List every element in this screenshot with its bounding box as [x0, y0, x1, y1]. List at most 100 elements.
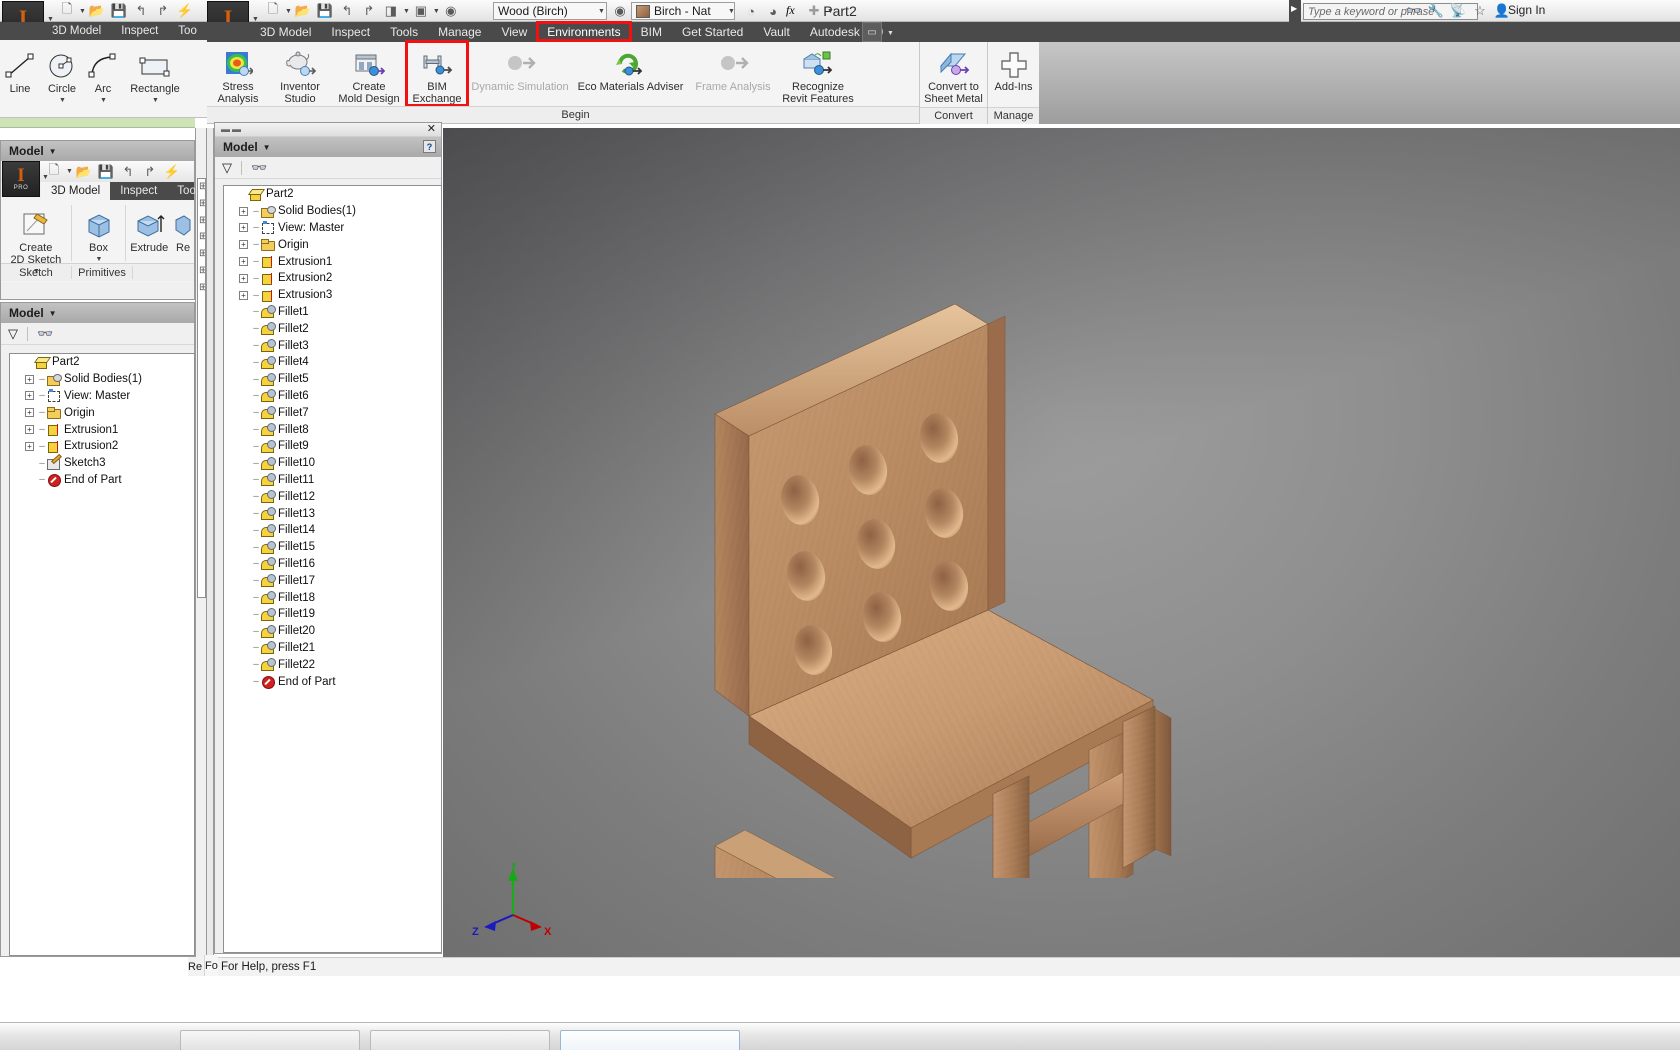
return-icon[interactable]: ◨	[380, 1, 402, 21]
recognize-revit-features-button[interactable]: Recognize Revit Features	[778, 42, 858, 105]
arc-button[interactable]: Arc ▼	[84, 44, 122, 107]
expander-plus-icon[interactable]: +	[239, 257, 248, 267]
mid-update-icon[interactable]: ⚡	[161, 162, 183, 182]
arc-dropdown-icon[interactable]: ▼	[100, 95, 107, 107]
mid-inventor-logo-button[interactable]: I PRO	[2, 161, 40, 197]
new-file-dropdown-icon[interactable]: ▼	[79, 8, 86, 15]
material-dropdown-icon[interactable]: ▼	[598, 8, 605, 15]
tree-node[interactable]: + – Extrusion1	[224, 253, 441, 270]
tree-node[interactable]: – Fillet2	[224, 320, 441, 337]
tree-node[interactable]: – End of Part	[224, 673, 441, 690]
expander-plus-icon[interactable]: +	[25, 391, 34, 401]
tree-node[interactable]: – Fillet20	[224, 623, 441, 640]
bim-exchange-button[interactable]: BIM Exchange	[405, 40, 469, 107]
taskbar[interactable]	[0, 1022, 1680, 1050]
mid-panel-chevron-down-icon[interactable]: ▼	[49, 147, 57, 156]
appearance-icon[interactable]: ▣	[410, 1, 432, 21]
taskbar-item-3[interactable]	[560, 1030, 740, 1050]
tree-node[interactable]: – Fillet13	[224, 505, 441, 522]
tree-node[interactable]: – Fillet3	[224, 337, 441, 354]
tree-node[interactable]: – Fillet10	[224, 455, 441, 472]
tree-node[interactable]: + – Extrusion2	[224, 270, 441, 287]
mid-panel-title-bar[interactable]: Model ▼	[1, 141, 194, 161]
tree-node[interactable]: – Fillet8	[224, 421, 441, 438]
find-binoculars-icon[interactable]: 👓	[37, 326, 53, 342]
stress-analysis-button[interactable]: Stress Analysis	[207, 42, 269, 105]
expander-plus-icon[interactable]: +	[25, 425, 34, 435]
taskbar-item-2[interactable]	[370, 1030, 550, 1050]
3d-viewport[interactable]: Y X Z	[443, 128, 1680, 957]
tree-node[interactable]: + – View: Master	[224, 220, 441, 237]
expander-plus-icon[interactable]: +	[239, 223, 248, 233]
tree-node[interactable]: – Fillet9	[224, 438, 441, 455]
help-icon[interactable]: ?	[423, 140, 436, 153]
revolve-button[interactable]: Re	[172, 203, 194, 254]
tab-inspect[interactable]: Inspect	[321, 22, 380, 41]
expander-plus-icon[interactable]: +	[239, 240, 248, 250]
tab-3d-model[interactable]: 3D Model	[250, 22, 321, 41]
tree-node[interactable]: + – Extrusion1	[10, 421, 194, 438]
taskbar-item-1[interactable]	[180, 1030, 360, 1050]
create-mold-design-button[interactable]: Create Mold Design	[331, 42, 407, 105]
mid-undo-icon[interactable]: ↰	[117, 162, 139, 182]
circle-button[interactable]: Circle ▼	[40, 44, 84, 107]
save-icon-front[interactable]: 💾	[314, 1, 336, 21]
left-browser-title-bar[interactable]: Model ▼	[1, 303, 194, 323]
tree-node[interactable]: – Fillet11	[224, 472, 441, 489]
tree-node[interactable]: + – Extrusion3	[224, 287, 441, 304]
mid-tab-3d-model[interactable]: 3D Model	[41, 182, 111, 200]
convert-to-sheet-metal-button[interactable]: Convert to Sheet Metal	[921, 42, 987, 105]
globe-icon[interactable]: ◉	[440, 1, 462, 21]
tree-node[interactable]: – Fillet7	[224, 404, 441, 421]
mid-redo-icon[interactable]: ↱	[139, 162, 161, 182]
material-combo[interactable]: Wood (Birch)	[493, 2, 607, 20]
new-file-icon[interactable]: 🗋	[56, 1, 78, 21]
tab-tools[interactable]: Tools	[380, 22, 428, 41]
extrude-button[interactable]: Extrude	[126, 203, 172, 254]
add-ins-button[interactable]: Add-Ins	[989, 42, 1039, 93]
redo-icon[interactable]: ↱	[152, 1, 174, 21]
clear-appearance-icon[interactable]: ◕	[762, 1, 784, 21]
model-browser-title-bar[interactable]: Model ▼ ?	[215, 137, 441, 157]
tree-node[interactable]: – Fillet14	[224, 522, 441, 539]
tab-tools-back[interactable]: Too	[168, 22, 207, 40]
appearance-picker-icon[interactable]: ◔	[740, 1, 762, 21]
wrench-icon[interactable]: 🔧	[1425, 1, 1447, 21]
save-icon[interactable]: 💾	[108, 1, 130, 21]
tree-node[interactable]: – Sketch3	[10, 455, 194, 472]
axis-triad[interactable]: Y X Z	[468, 863, 558, 943]
tree-node[interactable]: Part2	[10, 354, 194, 371]
color-wheel-icon[interactable]: ◉	[609, 1, 631, 21]
rectangle-dropdown-icon[interactable]: ▼	[152, 95, 159, 107]
tree-node[interactable]: – Fillet18	[224, 589, 441, 606]
expander-plus-icon[interactable]: +	[239, 273, 248, 283]
tree-node[interactable]: – Fillet12	[224, 488, 441, 505]
tree-node[interactable]: + – Origin	[10, 404, 194, 421]
open-folder-icon[interactable]: 📂	[86, 1, 108, 21]
mid-tab-inspect[interactable]: Inspect	[110, 182, 167, 200]
qat-more-icon[interactable]: ▼	[827, 8, 834, 15]
open-folder-icon-front[interactable]: 📂	[292, 1, 314, 21]
mid-new-dropdown-icon[interactable]: ▼	[66, 168, 73, 175]
tree-node[interactable]: – Fillet6	[224, 388, 441, 405]
tree-node[interactable]: + – Extrusion2	[10, 438, 194, 455]
star-icon[interactable]: ☆	[1469, 1, 1491, 21]
tab-inspect-back[interactable]: Inspect	[111, 22, 168, 40]
tree-node[interactable]: – Fillet15	[224, 539, 441, 556]
binoculars-icon[interactable]: 👓	[1403, 1, 1425, 21]
inventor-studio-button[interactable]: Inventor Studio	[269, 42, 331, 105]
sign-in-label[interactable]: Sign In	[1508, 3, 1545, 17]
left-browser-chevron-down-icon[interactable]: ▼	[49, 309, 57, 318]
tree-node[interactable]: – Fillet1	[224, 304, 441, 321]
expander-plus-icon[interactable]: +	[239, 290, 248, 300]
tab-view[interactable]: View	[491, 22, 537, 41]
tab-3d-model-back[interactable]: 3D Model	[42, 22, 111, 40]
satellite-icon[interactable]: 📡	[1447, 1, 1469, 21]
undo-icon[interactable]: ↰	[130, 1, 152, 21]
mid-logo-dropdown-icon[interactable]: ▼	[42, 174, 49, 181]
new-file-icon-front[interactable]: 🗋	[262, 1, 284, 21]
tree-node[interactable]: – Fillet21	[224, 640, 441, 657]
tab-environments[interactable]: Environments	[536, 21, 632, 42]
model-find-binoculars-icon[interactable]: 👓	[251, 160, 267, 176]
close-icon[interactable]: ✕	[427, 122, 436, 135]
